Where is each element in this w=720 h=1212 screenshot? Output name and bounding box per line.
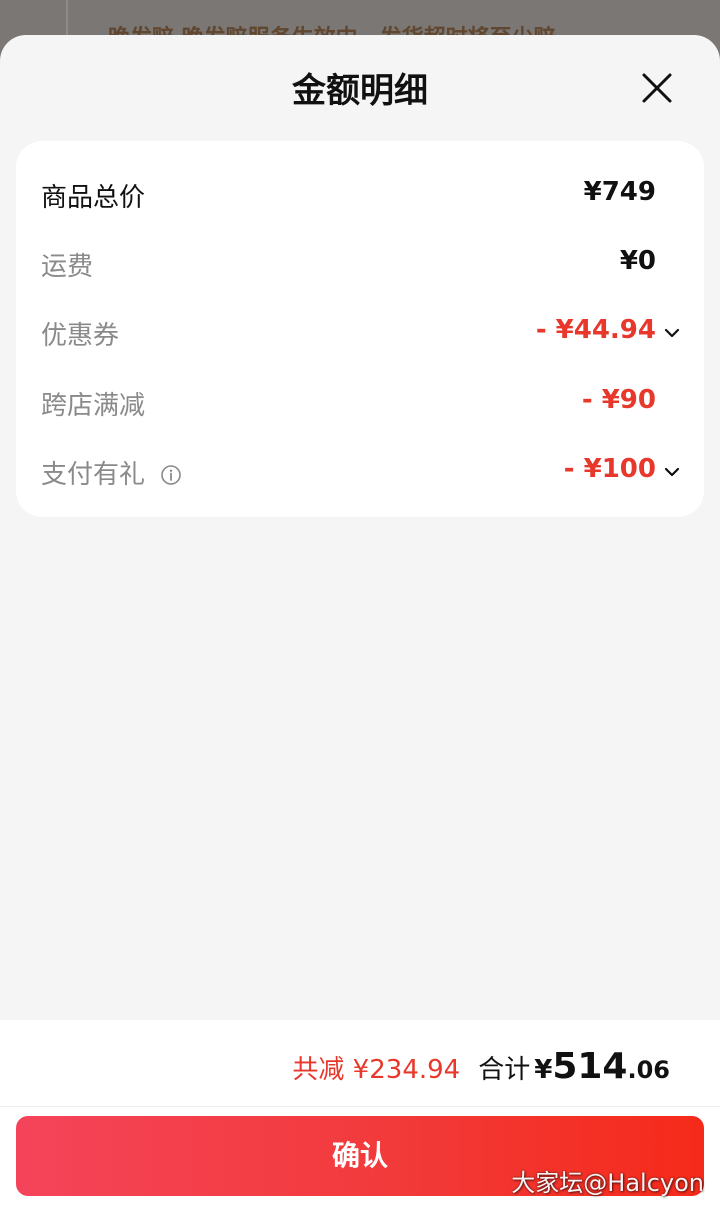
payment-gift-value: - ¥100 xyxy=(563,454,656,484)
goods-total-label: 商品总价 xyxy=(41,183,146,213)
coupon-value: - ¥44.94 xyxy=(535,315,656,345)
shipping-label: 运费 xyxy=(41,252,94,282)
cross-store-discount-value: - ¥90 xyxy=(581,385,656,415)
row-cross-store-discount: 跨店满减 - ¥90 xyxy=(16,379,704,427)
info-icon[interactable] xyxy=(160,464,182,486)
payment-gift-label: 支付有礼 xyxy=(41,460,146,490)
coupon-label: 优惠券 xyxy=(41,321,120,351)
amount-detail-sheet: 金额明细 商品总价 ¥749 运费 ¥0 优惠券 - ¥44.94 跨店满减 - xyxy=(0,35,720,1212)
chevron-down-icon[interactable] xyxy=(662,323,682,343)
total-integer: 514 xyxy=(552,1046,628,1087)
close-button[interactable] xyxy=(640,71,674,105)
shipping-value: ¥0 xyxy=(619,246,656,276)
chevron-down-icon[interactable] xyxy=(662,462,682,482)
price-breakdown-card: 商品总价 ¥749 运费 ¥0 优惠券 - ¥44.94 跨店满减 - ¥90 … xyxy=(16,141,704,517)
footer-divider xyxy=(0,1106,720,1107)
goods-total-value: ¥749 xyxy=(583,177,656,207)
row-coupon[interactable]: 优惠券 - ¥44.94 xyxy=(16,309,704,357)
total-summary: 共减 ¥234.94 合计 ¥514.06 xyxy=(292,1046,670,1087)
cross-store-discount-label: 跨店满减 xyxy=(41,391,146,421)
row-shipping: 运费 ¥0 xyxy=(16,240,704,288)
watermark: 大家坛@Halcyon xyxy=(511,1169,704,1197)
row-payment-gift[interactable]: 支付有礼 - ¥100 xyxy=(16,448,704,496)
sheet-header: 金额明细 xyxy=(0,35,720,139)
total-currency: ¥ xyxy=(534,1055,553,1085)
total-saved: 共减 ¥234.94 xyxy=(292,1055,461,1085)
total-decimal: .06 xyxy=(627,1056,670,1084)
total-label: 合计 xyxy=(478,1055,531,1085)
close-icon xyxy=(642,73,672,103)
sheet-title: 金额明细 xyxy=(292,71,428,111)
row-goods-total: 商品总价 ¥749 xyxy=(16,171,704,219)
